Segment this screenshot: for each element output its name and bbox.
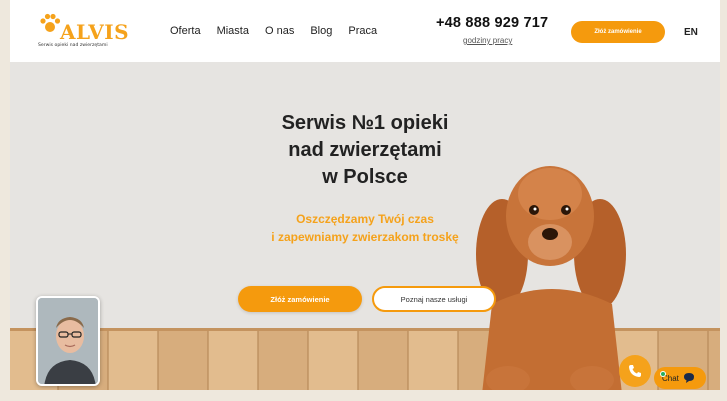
hero-order-button[interactable]: Złóż zamówienie <box>238 286 362 312</box>
hero-title-line: Serwis №1 opieki <box>281 112 449 134</box>
person-avatar-icon <box>38 298 98 384</box>
logo-text: ALVIS <box>60 20 130 44</box>
hero-services-button[interactable]: Poznaj nasze usługi <box>372 286 496 312</box>
nav-item-o-nas[interactable]: O nas <box>265 25 294 37</box>
hero-title-line: w Polsce <box>322 166 408 188</box>
call-button[interactable] <box>619 355 651 387</box>
nav-item-oferta[interactable]: Oferta <box>170 25 201 37</box>
nav-item-blog[interactable]: Blog <box>310 25 332 37</box>
hero-subtitle-line: Oszczędzamy Twój czas <box>296 212 434 226</box>
logo[interactable]: ALVIS Serwis opieki nad zwierzętami <box>38 12 138 52</box>
paw-icon <box>40 13 61 32</box>
header-order-button[interactable]: Złóż zamówienie <box>571 21 665 43</box>
page-frame: ALVIS Serwis opieki nad zwierzętami Ofer… <box>10 0 720 390</box>
phone-number[interactable]: +48 888 929 717 <box>436 15 548 31</box>
hero-title: Serwis №1 opieki nad zwierzętami w Polsc… <box>240 110 490 191</box>
hero-subtitle: Oszczędzamy Twój czas i zapewniamy zwier… <box>225 210 505 246</box>
chat-bubble-icon <box>683 373 694 383</box>
hero-subtitle-line: i zapewniamy zwierzakom troskę <box>271 230 459 244</box>
site-header: ALVIS Serwis opieki nad zwierzętami Ofer… <box>10 0 720 62</box>
hero-title-line: nad zwierzętami <box>288 139 442 161</box>
language-switch[interactable]: EN <box>684 27 698 38</box>
video-avatar[interactable] <box>36 296 100 386</box>
hero-section: Serwis №1 opieki nad zwierzętami w Polsc… <box>10 62 720 390</box>
main-nav: Oferta Miasta O nas Blog Praca <box>170 25 393 37</box>
nav-item-miasta[interactable]: Miasta <box>217 25 249 37</box>
online-status-dot <box>660 371 666 377</box>
logo-tagline: Serwis opieki nad zwierzętami <box>38 43 108 48</box>
nav-item-praca[interactable]: Praca <box>348 25 377 37</box>
working-hours-link[interactable]: godziny pracy <box>463 36 512 45</box>
phone-icon <box>629 365 641 377</box>
cocker-spaniel-image <box>476 166 626 390</box>
